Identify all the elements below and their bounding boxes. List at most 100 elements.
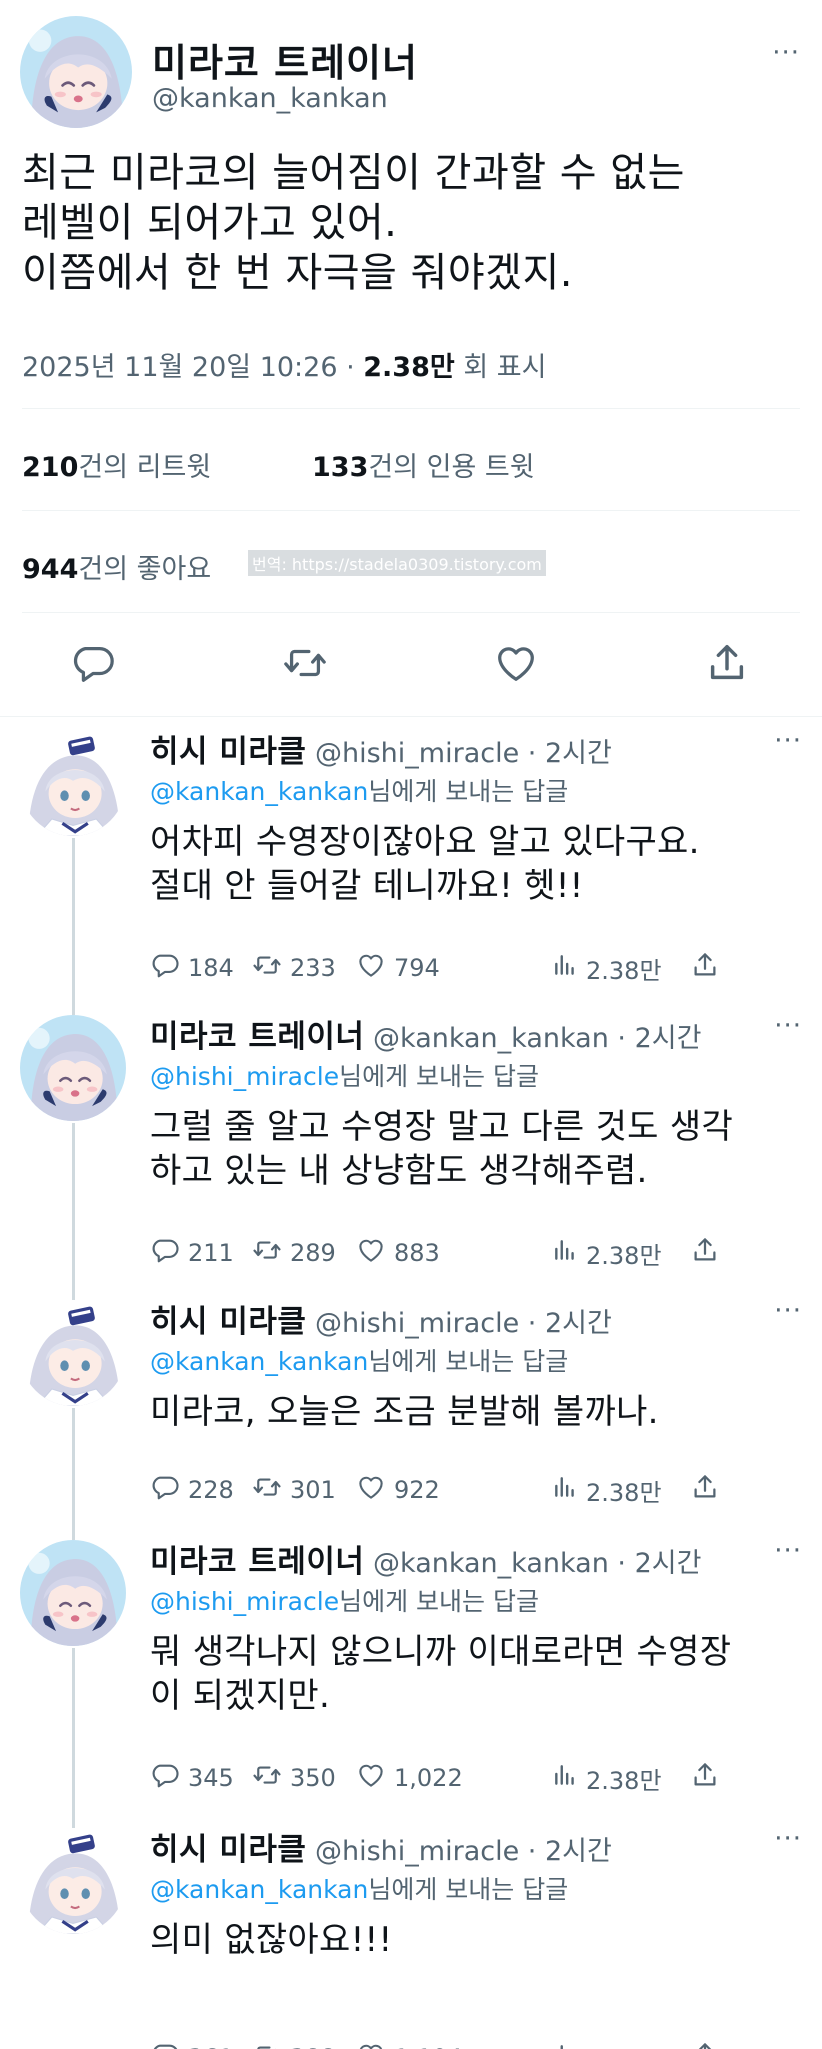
reply-icon[interactable]: [70, 640, 116, 686]
main-tweet: 미라코 트레이너 @kankan_kankan ··· 최근 미라코의 늘어짐이…: [0, 0, 822, 716]
avatar[interactable]: [20, 1828, 126, 1934]
share-button[interactable]: [690, 2038, 728, 2049]
retweet-icon: [252, 1235, 290, 1271]
share-button[interactable]: [690, 1758, 728, 1798]
like-button[interactable]: 1,022: [356, 1758, 463, 1798]
retweet-button[interactable]: 301: [252, 1470, 336, 1510]
reply-time[interactable]: 2시간: [635, 1023, 702, 1054]
author-name[interactable]: 미라코 트레이너: [150, 1544, 364, 1580]
avatar[interactable]: [20, 1300, 126, 1406]
reply-button[interactable]: 345: [150, 1758, 234, 1798]
retweet-button[interactable]: 350: [252, 1758, 336, 1798]
more-icon[interactable]: ···: [774, 728, 802, 754]
author-name[interactable]: 히시 미라클: [150, 1832, 306, 1868]
author-handle[interactable]: @hishi_miracle: [315, 738, 519, 769]
author-name[interactable]: 히시 미라클: [150, 1304, 306, 1340]
like-icon: [356, 1760, 394, 1796]
retweets-stat[interactable]: 210건의 리트윗: [22, 445, 211, 484]
share-icon[interactable]: [704, 640, 750, 686]
reply-button[interactable]: 228: [150, 1470, 234, 1510]
like-icon[interactable]: [493, 640, 539, 686]
like-count: 1,104: [394, 2044, 463, 2049]
dot-separator: ·: [608, 1548, 635, 1579]
share-button[interactable]: [690, 1233, 728, 1273]
retweets-count: 210: [22, 452, 79, 483]
share-button[interactable]: [690, 1470, 728, 1510]
reply-mention-link[interactable]: @kankan_kankan: [150, 1347, 368, 1376]
reply-time[interactable]: 2시간: [545, 1308, 612, 1339]
share-button[interactable]: [690, 948, 728, 988]
reply-time[interactable]: 2시간: [635, 1548, 702, 1579]
reply-time[interactable]: 2시간: [545, 1836, 612, 1867]
like-button[interactable]: 883: [356, 1233, 440, 1273]
author-handle[interactable]: @hishi_miracle: [315, 1308, 519, 1339]
author-handle[interactable]: @hishi_miracle: [315, 1836, 519, 1867]
author-handle[interactable]: @kankan_kankan: [152, 83, 388, 114]
avatar[interactable]: [20, 730, 126, 836]
more-icon[interactable]: ···: [774, 1013, 802, 1039]
reply-mention-link[interactable]: @kankan_kankan: [150, 777, 368, 806]
tweet-datetime[interactable]: 2025년 11월 20일 10:26 ·: [22, 352, 363, 383]
reply-tweet[interactable]: 히시 미라클 @hishi_miracle · 2시간 ··· @kankan_…: [0, 1818, 822, 2049]
replying-to: @hishi_miracle님에게 보내는 답글: [150, 1582, 539, 1618]
views-button[interactable]: 2.38만: [552, 2038, 662, 2049]
reply-button[interactable]: 211: [150, 1233, 234, 1273]
reply-mention-link[interactable]: @hishi_miracle: [150, 1062, 339, 1091]
author-name[interactable]: 미라코 트레이너: [150, 1019, 364, 1055]
retweet-count: 233: [290, 954, 336, 982]
quotes-label: 건의 인용 트윗: [368, 452, 535, 483]
section-divider: [0, 716, 822, 717]
more-icon[interactable]: ···: [774, 1826, 802, 1852]
like-button[interactable]: 922: [356, 1470, 440, 1510]
retweet-button[interactable]: 289: [252, 1233, 336, 1273]
views-icon: [552, 950, 586, 986]
retweet-icon: [252, 950, 290, 986]
reply-tweet[interactable]: 미라코 트레이너 @kankan_kankan · 2시간 ··· @hishi…: [0, 1005, 822, 1300]
avatar[interactable]: [20, 1015, 126, 1121]
replying-to: @kankan_kankan님에게 보내는 답글: [150, 1342, 568, 1378]
reply-count: 184: [188, 954, 234, 982]
reply-tweet[interactable]: 히시 미라클 @hishi_miracle · 2시간 ··· @kankan_…: [0, 720, 822, 1015]
views-icon: [552, 1472, 586, 1508]
replying-to: @kankan_kankan님에게 보내는 답글: [150, 772, 568, 808]
views-count: 2.38만: [586, 1241, 662, 1270]
replying-to-label: 님에게 보내는 답글: [368, 1875, 569, 1904]
views-button[interactable]: 2.38만: [552, 1233, 662, 1273]
likes-stat[interactable]: 944건의 좋아요: [22, 547, 211, 586]
retweet-icon: [252, 2040, 290, 2049]
author-handle[interactable]: @kankan_kankan: [373, 1548, 609, 1579]
views-button[interactable]: 2.38만: [552, 948, 662, 988]
reply-mention-link[interactable]: @kankan_kankan: [150, 1875, 368, 1904]
quotes-stat[interactable]: 133건의 인용 트윗: [312, 445, 535, 484]
more-icon[interactable]: ···: [772, 40, 800, 66]
reply-tweet[interactable]: 미라코 트레이너 @kankan_kankan · 2시간 ··· @hishi…: [0, 1530, 822, 1828]
views-button[interactable]: 2.38만: [552, 1470, 662, 1510]
author-name[interactable]: 히시 미라클: [150, 734, 306, 770]
author-name[interactable]: 미라코 트레이너: [152, 32, 418, 87]
avatar[interactable]: [20, 1540, 126, 1646]
reply-time[interactable]: 2시간: [545, 738, 612, 769]
reply-button[interactable]: 184: [150, 948, 234, 988]
like-count: 794: [394, 954, 440, 982]
reply-mention-link[interactable]: @hishi_miracle: [150, 1587, 339, 1616]
reply-tweet[interactable]: 히시 미라클 @hishi_miracle · 2시간 ··· @kankan_…: [0, 1290, 822, 1540]
retweet-button[interactable]: 233: [252, 948, 336, 988]
views-count: 2.38만: [363, 352, 455, 383]
more-icon[interactable]: ···: [774, 1538, 802, 1564]
replying-to-label: 님에게 보내는 답글: [368, 777, 569, 806]
like-button[interactable]: 1,104: [356, 2038, 463, 2049]
divider: [22, 408, 800, 409]
views-button[interactable]: 2.38만: [552, 1758, 662, 1798]
more-icon[interactable]: ···: [774, 1298, 802, 1324]
like-icon: [356, 2040, 394, 2049]
author-handle[interactable]: @kankan_kankan: [373, 1023, 609, 1054]
avatar[interactable]: [20, 16, 132, 128]
share-icon: [690, 1235, 728, 1271]
retweet-button[interactable]: 388: [252, 2038, 336, 2049]
replying-to-label: 님에게 보내는 답글: [368, 1347, 569, 1376]
reply-button[interactable]: 361: [150, 2038, 234, 2049]
retweet-icon[interactable]: [282, 640, 328, 686]
like-button[interactable]: 794: [356, 948, 440, 988]
views-icon: [552, 2040, 586, 2049]
like-count: 1,022: [394, 1764, 463, 1792]
